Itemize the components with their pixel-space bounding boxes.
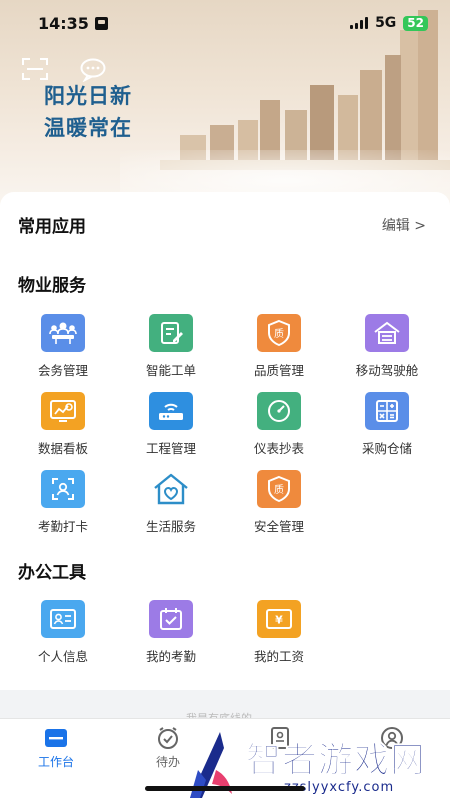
face-scan-icon — [41, 470, 85, 508]
office-tools-grid: 个人信息 我的考勤 ¥ 我的工资 — [0, 598, 450, 676]
app-engineering-management[interactable]: 工程管理 — [117, 390, 225, 468]
house-heart-icon — [149, 470, 193, 508]
network-label: 5G — [375, 15, 397, 31]
app-label: 个人信息 — [37, 649, 88, 664]
todo-clock-icon — [158, 727, 178, 749]
app-attendance-clock-in[interactable]: 考勤打卡 — [9, 468, 117, 546]
scan-icon[interactable] — [22, 58, 48, 80]
safety-shield-icon: 质 — [257, 470, 301, 508]
app-label: 会务管理 — [37, 363, 88, 378]
app-label: 采购仓储 — [361, 441, 412, 456]
app-meeting-management[interactable]: 会务管理 — [9, 312, 117, 390]
status-bar: 14:35 5G 52 — [0, 0, 450, 46]
gauge-icon — [257, 392, 301, 430]
app-life-services[interactable]: 生活服务 — [117, 468, 225, 546]
sim-icon — [94, 16, 108, 30]
property-services-title: 物业服务 — [18, 276, 86, 296]
list-end-area: 我是有底线的 — [0, 690, 450, 725]
app-my-salary[interactable]: ¥ 我的工资 — [225, 598, 333, 676]
app-safety-management[interactable]: 质 安全管理 — [225, 468, 333, 546]
status-time: 14:35 — [38, 14, 108, 33]
app-personal-info[interactable]: 个人信息 — [9, 598, 117, 676]
app-quality-management[interactable]: 质 品质管理 — [225, 312, 333, 390]
calculator-icon — [365, 392, 409, 430]
workbench-icon — [45, 729, 67, 747]
common-apps-title: 常用应用 — [18, 217, 86, 237]
tab-workbench[interactable]: 工作台 — [0, 719, 112, 800]
id-card-icon — [41, 600, 85, 638]
app-procurement-storage[interactable]: 采购仓储 — [333, 390, 441, 468]
property-services-grid: 会务管理 智能工单 质 品质管理 移动驾驶舱 数据看板 工程管理 仪表抄表 采购… — [0, 312, 450, 546]
banner-slogan-line2: 温暖常在 — [44, 115, 132, 140]
tab-label: 待办 — [155, 755, 180, 769]
yen-icon: ¥ — [257, 600, 301, 638]
app-label: 工程管理 — [145, 441, 196, 456]
app-label: 考勤打卡 — [37, 519, 88, 534]
calendar-check-icon — [149, 600, 193, 638]
app-label: 数据看板 — [37, 441, 88, 456]
header-banner: 14:35 5G 52 阳光日新 温暖常在 — [0, 0, 450, 210]
work-order-icon — [149, 314, 193, 352]
edit-button[interactable]: 编辑 > — [382, 215, 426, 235]
apps-card: 常用应用 编辑 > 物业服务 会务管理 智能工单 质 品质管理 移动驾驶舱 数据… — [0, 192, 450, 690]
watermark-name: 智者游戏网 — [245, 741, 427, 782]
app-label: 品质管理 — [253, 363, 304, 378]
quality-shield-icon: 质 — [257, 314, 301, 352]
svg-text:¥: ¥ — [275, 614, 283, 627]
common-apps-header: 常用应用 编辑 > — [18, 212, 426, 237]
tab-label: 工作台 — [37, 755, 74, 769]
office-tools-header: 办公工具 — [18, 558, 426, 583]
svg-text:质: 质 — [274, 328, 284, 340]
message-icon[interactable] — [80, 58, 106, 82]
app-smart-work-order[interactable]: 智能工单 — [117, 312, 225, 390]
office-tools-title: 办公工具 — [18, 563, 86, 583]
app-label: 安全管理 — [253, 519, 304, 534]
app-data-dashboard[interactable]: 数据看板 — [9, 390, 117, 468]
svg-text:质: 质 — [274, 484, 284, 496]
battery-icon: 52 — [403, 15, 428, 31]
status-indicators: 5G 52 — [350, 15, 428, 31]
app-mobile-cockpit[interactable]: 移动驾驶舱 — [333, 312, 441, 390]
meeting-icon — [41, 314, 85, 352]
dashboard-icon — [41, 392, 85, 430]
app-label: 移动驾驶舱 — [355, 363, 419, 378]
router-icon — [149, 392, 193, 430]
app-label: 我的考勤 — [145, 649, 196, 664]
app-label: 智能工单 — [145, 363, 196, 378]
cockpit-house-icon — [365, 314, 409, 352]
app-my-attendance[interactable]: 我的考勤 — [117, 598, 225, 676]
home-indicator[interactable] — [145, 786, 305, 791]
banner-slogan-line1: 阳光日新 — [44, 83, 132, 108]
property-services-header: 物业服务 — [18, 271, 426, 296]
app-label: 我的工资 — [253, 649, 304, 664]
app-label: 仪表抄表 — [253, 441, 304, 456]
app-meter-reading[interactable]: 仪表抄表 — [225, 390, 333, 468]
app-label: 生活服务 — [145, 519, 196, 534]
signal-icon — [350, 17, 369, 29]
